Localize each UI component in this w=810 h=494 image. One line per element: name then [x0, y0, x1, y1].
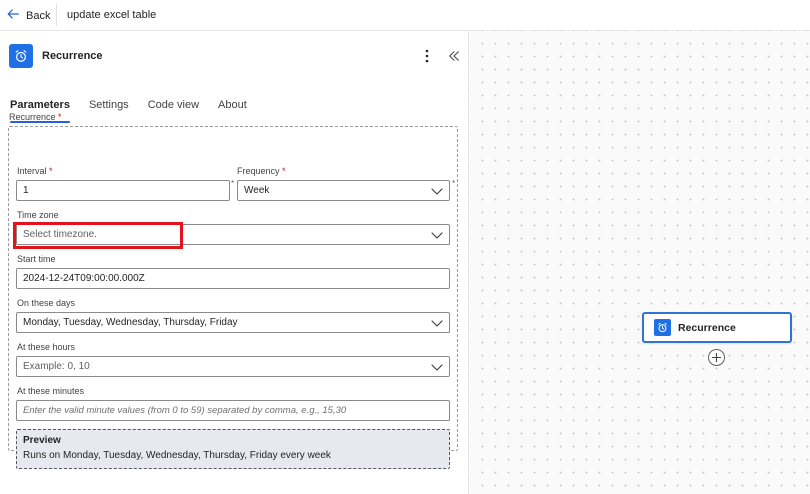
add-step-button[interactable] — [708, 349, 725, 366]
timezone-label: Time zone — [17, 210, 59, 220]
start-time-label: Start time — [17, 254, 56, 264]
designer-canvas[interactable] — [470, 31, 810, 494]
preview-title: Preview — [23, 435, 61, 446]
arrow-left-icon — [6, 7, 20, 24]
hours-label: At these hours — [17, 342, 76, 352]
start-time-input[interactable]: 2024-12-24T09:00:00.000Z — [16, 268, 450, 289]
alarm-clock-icon — [9, 44, 33, 68]
interval-input[interactable]: 1 — [16, 180, 230, 201]
chevron-down-icon — [431, 364, 443, 371]
more-options-button[interactable] — [419, 46, 435, 66]
frequency-required-mark: * — [452, 179, 456, 188]
timezone-highlight-box — [13, 222, 183, 249]
node-label: Recurrence — [678, 321, 736, 334]
hours-dropdown[interactable]: Example: 0, 10 — [16, 356, 450, 377]
recurrence-section-label: Recurrence * — [9, 112, 62, 122]
more-vertical-icon — [425, 49, 429, 63]
minutes-input[interactable]: Enter the valid minute values (from 0 to… — [16, 400, 450, 421]
chevron-down-icon — [431, 188, 443, 195]
back-button[interactable]: Back — [6, 5, 50, 26]
alarm-clock-icon — [654, 319, 671, 336]
collapse-panel-button[interactable] — [446, 46, 462, 66]
preview-text: Runs on Monday, Tuesday, Wednesday, Thur… — [23, 450, 331, 461]
top-bar: Back update excel table — [0, 0, 810, 31]
tab-settings[interactable]: Settings — [89, 99, 129, 123]
minutes-label: At these minutes — [17, 386, 85, 396]
frequency-dropdown[interactable]: Week — [237, 180, 450, 201]
chevron-down-icon — [431, 320, 443, 327]
plus-icon — [711, 352, 722, 363]
flow-title: update excel table — [67, 9, 157, 21]
double-chevron-left-icon — [449, 51, 459, 61]
recurrence-node[interactable]: Recurrence — [642, 312, 792, 343]
frequency-label: Frequency * — [237, 166, 286, 176]
tab-code-view[interactable]: Code view — [148, 99, 199, 123]
interval-required-mark: * — [231, 179, 235, 188]
panel-title: Recurrence — [42, 50, 103, 62]
tab-about[interactable]: About — [218, 99, 247, 123]
interval-label: Interval * — [17, 166, 53, 176]
days-label: On these days — [17, 298, 76, 308]
chevron-down-icon — [431, 232, 443, 239]
back-label: Back — [26, 9, 51, 22]
preview-box: Preview Runs on Monday, Tuesday, Wednesd… — [16, 429, 450, 469]
divider — [56, 4, 57, 26]
panel-header: Recurrence — [0, 31, 469, 81]
days-dropdown[interactable]: Monday, Tuesday, Wednesday, Thursday, Fr… — [16, 312, 450, 333]
